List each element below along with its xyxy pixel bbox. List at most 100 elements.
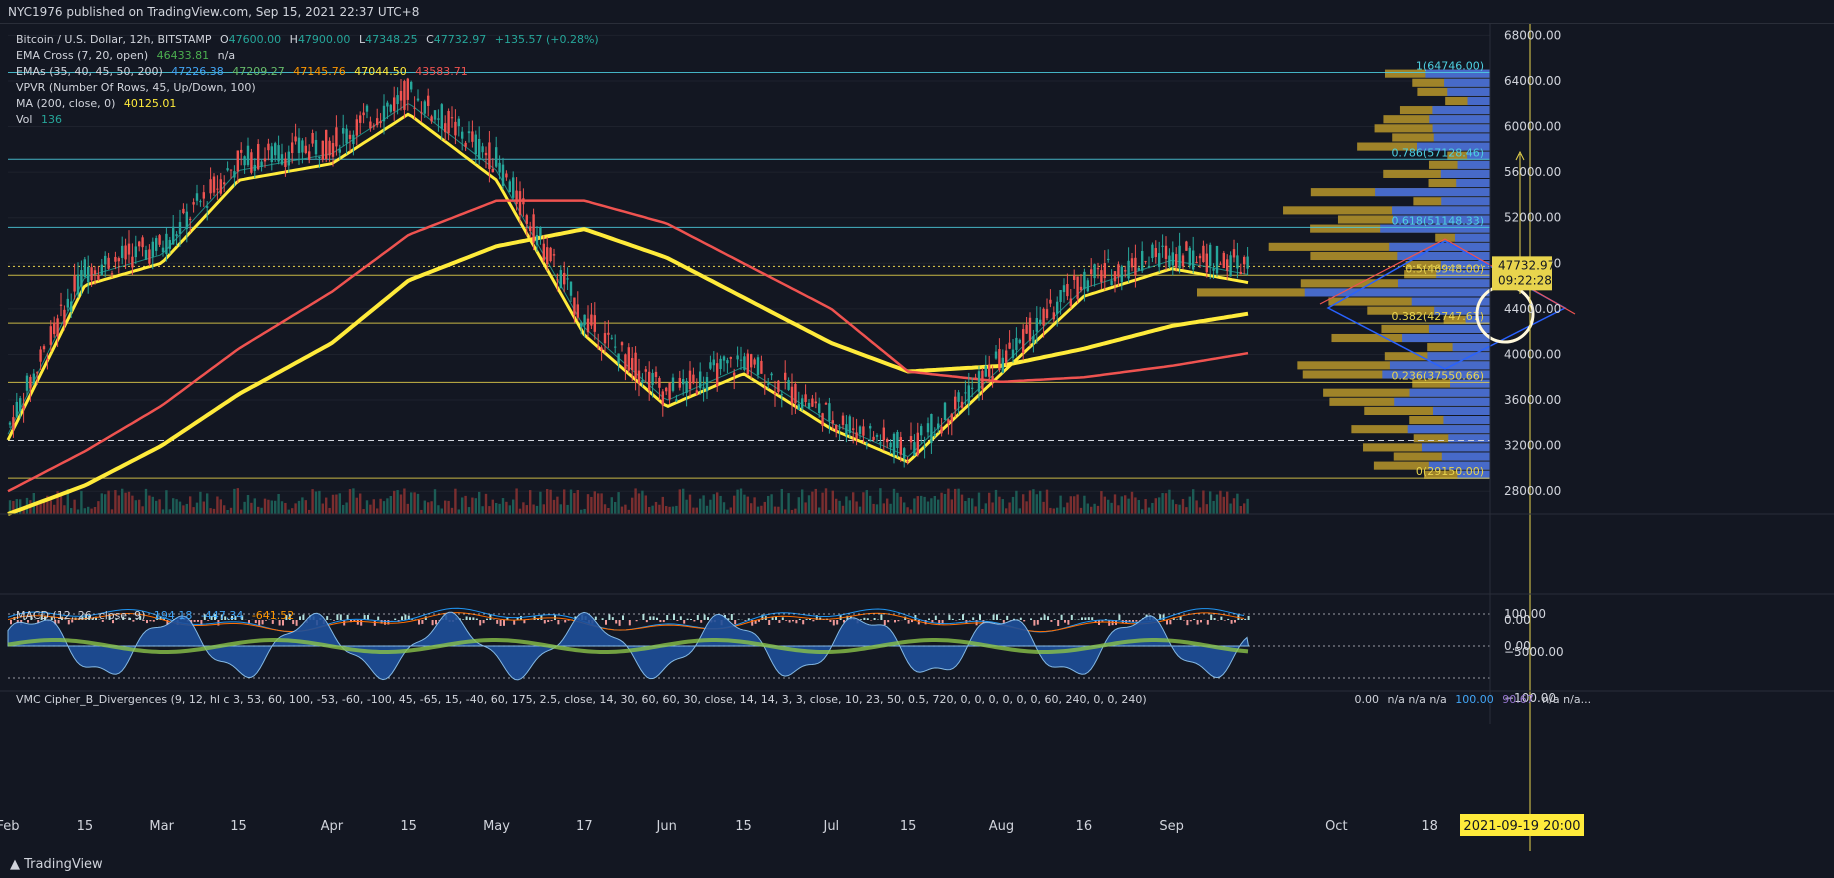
volume-bar <box>308 509 311 514</box>
volume-bar <box>471 497 474 514</box>
ma-row[interactable]: MA (200, close, 0) 40125.01 <box>16 96 604 112</box>
volume-bar <box>1188 496 1191 514</box>
macd-histogram-bar <box>465 616 468 620</box>
volume-bar <box>1192 489 1195 514</box>
candle-body <box>845 424 848 436</box>
volume-bar <box>1158 497 1161 514</box>
candle-body <box>777 380 780 393</box>
candle-body <box>32 373 35 383</box>
candle-body <box>705 377 709 392</box>
volume-bar <box>202 501 205 514</box>
macd-histogram-bar <box>1067 620 1070 625</box>
ema-cross-row[interactable]: EMA Cross (7, 20, open) 46433.81 n/a <box>16 48 604 64</box>
volume-bar <box>127 491 131 514</box>
volume-bar <box>107 490 110 514</box>
price-tick-label: 36000.00 <box>1504 393 1561 407</box>
volume-bar <box>937 499 940 514</box>
volume-bar <box>287 509 290 514</box>
volume-bar <box>923 496 926 514</box>
candle-body <box>1215 245 1219 274</box>
candle-body <box>841 415 845 425</box>
candle-body <box>66 298 69 308</box>
candle-body <box>1239 271 1242 275</box>
candle-body <box>903 448 906 459</box>
volume-bar <box>777 506 780 514</box>
macd-histogram-bar <box>339 614 342 620</box>
candle-body <box>219 179 222 194</box>
macd-histogram-bar <box>1240 618 1243 620</box>
candle-body <box>722 356 726 361</box>
candle-body <box>828 403 831 421</box>
candle-body <box>461 131 464 139</box>
volume-bar <box>1175 504 1178 514</box>
volume-bar <box>542 504 545 514</box>
volume-bar <box>1209 491 1212 514</box>
volume-bar <box>654 501 658 514</box>
macd-histogram-bar <box>958 618 961 620</box>
macd-histogram-bar <box>394 618 397 620</box>
candle-body <box>202 192 205 199</box>
vol-row[interactable]: Vol 136 <box>16 112 604 128</box>
time-tick-label: 17 <box>576 819 593 834</box>
volume-bar <box>491 499 494 514</box>
volume-bar <box>1171 499 1174 514</box>
macd-legend[interactable]: MACD (12, 26, close, 9) 194.18 -447.34 -… <box>16 609 299 622</box>
candle-body <box>144 250 148 260</box>
candle-body <box>1185 241 1188 251</box>
candle-body <box>59 304 63 306</box>
volume-bar <box>209 508 212 514</box>
candle-body <box>1039 319 1042 324</box>
volume-bar <box>284 502 287 514</box>
candle-body <box>131 256 134 268</box>
vpvr-bar-up <box>1402 333 1490 343</box>
candle-body <box>274 143 277 156</box>
emas-row[interactable]: EMAs (35, 40, 45, 50, 200) 47226.38 4720… <box>16 64 604 80</box>
ma-value: 40125.01 <box>123 97 177 110</box>
chart-frame[interactable]: 1(64746.00) 0.786(57128.46) 0.618(51148.33… <box>0 24 1834 878</box>
candle-body <box>1059 289 1062 302</box>
vpvr-bar-up <box>1433 133 1490 142</box>
vmc-legend[interactable]: VMC Cipher_B_Divergences (9, 12, hl c 3,… <box>16 693 1738 706</box>
macd-histogram-bar <box>696 615 699 620</box>
volume-bar <box>705 505 709 514</box>
volume-bar <box>379 498 382 514</box>
volume-bar <box>134 500 137 514</box>
vpvr-row[interactable]: VPVR (Number Of Rows, 45, Up/Down, 100) <box>16 80 604 96</box>
price-chart[interactable]: 1(64746.00) 0.786(57128.46) 0.618(51148.33… <box>0 24 1834 851</box>
volume-bar <box>297 500 301 514</box>
macd-histogram-bar <box>1047 616 1049 620</box>
volume-bar <box>709 499 712 514</box>
macd-histogram-bar <box>1050 620 1053 622</box>
candle-body <box>284 158 287 167</box>
volume-bar <box>359 493 362 514</box>
candle-body <box>76 274 80 295</box>
candle-body <box>671 377 675 391</box>
volume-bar <box>750 503 753 514</box>
candle-body <box>576 304 579 318</box>
price-tick-label: 56000.00 <box>1504 165 1561 179</box>
volume-bar <box>1124 495 1127 514</box>
volume-bar <box>552 499 556 514</box>
ma-label: MA (200, close, 0) <box>16 97 116 110</box>
volume-bar <box>685 499 688 514</box>
volume-bar <box>855 501 858 514</box>
candle-body <box>348 134 352 139</box>
volume-bar <box>960 494 964 514</box>
vpvr-bar-up <box>1409 388 1490 397</box>
candle-body <box>1117 264 1120 277</box>
volume-bar <box>790 509 794 514</box>
macd-histogram-bar <box>996 614 998 620</box>
candle-body <box>25 375 29 391</box>
time-tick-label: 15 <box>400 819 417 834</box>
volume-bar <box>739 488 743 514</box>
candle-body <box>1069 298 1072 307</box>
candle-body <box>236 150 239 172</box>
volume-bar <box>73 499 76 514</box>
candle-body <box>257 144 260 170</box>
candle-body <box>787 380 790 390</box>
candle-body <box>736 355 739 360</box>
volume-bar <box>746 496 749 514</box>
volume-bar <box>100 493 103 514</box>
volume-bar <box>138 499 141 514</box>
candle-body <box>651 372 654 386</box>
